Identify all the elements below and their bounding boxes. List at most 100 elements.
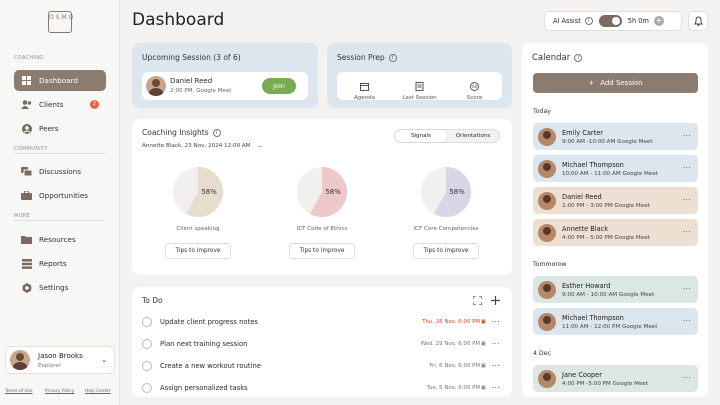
sidebar-item-discussions[interactable]: Discussions [14, 161, 106, 182]
tips-button[interactable]: Tips to improve [165, 243, 231, 259]
sidebar-item-settings[interactable]: Settings [14, 277, 106, 298]
chevron-down-icon: ⌄ [257, 143, 263, 149]
terms-link[interactable]: Terms of Use [5, 389, 33, 394]
more-icon[interactable]: ··· [492, 384, 500, 392]
help-link[interactable]: Help Center [85, 389, 111, 394]
more-icon[interactable]: ··· [683, 317, 691, 325]
calendar-event[interactable]: Jane Cooper 4:00 PM -5:00 PM Google Meet ·… [533, 365, 698, 392]
todo-item: Assign personalized tasks Tue, 5 Nov, 6:… [142, 382, 504, 394]
session-client-name: Daniel Reed [170, 77, 213, 85]
more-icon[interactable]: ··· [683, 132, 691, 140]
calendar-event[interactable]: Esther Howard 9:00 AM - 10:00 AM Google M… [533, 276, 698, 303]
todo-date: Tue, 5 Nov, 6:00 PM [426, 385, 480, 391]
day-label: Today [533, 108, 551, 115]
more-icon[interactable]: ··· [492, 318, 500, 326]
app-logo[interactable]: OSMO [48, 11, 73, 33]
ai-assist-label: AI Assist [553, 17, 581, 25]
tips-button[interactable]: Tips to improve [289, 243, 355, 259]
sidebar-item-label: Opportunities [39, 191, 89, 200]
sidebar-item-opportunities[interactable]: Opportunities [14, 185, 106, 206]
plus-icon[interactable] [491, 296, 500, 305]
event-name: Daniel Reed [562, 192, 602, 201]
event-time: 2:00 PM - 3:00 PM Google Meet [562, 202, 650, 209]
privacy-link[interactable]: Privacy Policy [45, 389, 74, 394]
prep-score[interactable]: 68 Score [447, 72, 502, 101]
event-time: 4:00 PM -5:00 PM Google Meet [562, 380, 649, 387]
todo-checkbox[interactable] [142, 383, 152, 393]
event-time: 10:00 AM - 11:00 AM Google Meet [562, 170, 658, 177]
more-icon[interactable]: ··· [683, 196, 691, 204]
add-session-button[interactable]: + Add Session [533, 73, 698, 93]
event-name: Annette Black [562, 224, 609, 233]
ai-assist-toggle[interactable] [598, 15, 622, 27]
sidebar-item-label: Clients [39, 100, 64, 109]
calendar-icon: ▣ [480, 341, 486, 347]
sidebar-item-label: Resources [39, 235, 76, 244]
info-icon[interactable]: i [212, 129, 221, 137]
chevron-down-icon[interactable]: ⌄ [101, 356, 107, 364]
todo-text: Create a new workout routine [160, 362, 261, 370]
user-profile[interactable]: Jason Brooks Explorer ⌄ [5, 346, 115, 374]
more-icon[interactable]: ··· [492, 362, 500, 370]
calendar-icon: ▣ [480, 385, 486, 391]
avatar [538, 127, 556, 146]
todo-text: Plan next training session [160, 340, 248, 348]
more-icon[interactable]: ··· [683, 374, 691, 382]
sidebar-item-label: Discussions [39, 167, 81, 176]
prep-agenda[interactable]: Agenda [337, 72, 392, 101]
pie-value: 58% [325, 188, 341, 196]
todo-checkbox[interactable] [142, 339, 152, 349]
sidebar-item-reports[interactable]: Reports [14, 253, 106, 274]
client-avatar [146, 76, 166, 96]
sidebar-item-dashboard[interactable]: Dashboard [14, 70, 106, 91]
calendar-event[interactable]: Michael Thompson 11:00 AM - 12:00 PM Goog… [533, 308, 698, 335]
more-icon[interactable]: ··· [683, 285, 691, 293]
page-title: Dashboard [132, 10, 225, 30]
join-button[interactable]: Join [262, 78, 296, 94]
event-time: 11:00 AM - 12:00 PM Google Meet [562, 323, 658, 330]
sidebar-item-label: Settings [39, 283, 69, 292]
tab-orientations[interactable]: Orientations [447, 130, 499, 142]
tab-signals[interactable]: Signals [395, 130, 447, 142]
sidebar-item-resources[interactable]: Resources [14, 229, 106, 250]
info-icon[interactable]: i [574, 53, 583, 62]
prep-last-session[interactable]: Last Session [392, 72, 447, 101]
more-icon[interactable]: ··· [683, 228, 691, 236]
avatar [538, 280, 556, 299]
calendar-event[interactable]: Michael Thompson 10:00 AM - 11:00 AM Goog… [533, 155, 698, 182]
calendar-event[interactable]: Emily Carter 9:00 AM -10:00 AM Google Mee… [533, 123, 698, 150]
calendar-title-label: Calendar [532, 53, 571, 63]
tips-button[interactable]: Tips to improve [413, 243, 479, 259]
calendar-event[interactable]: Annette Black 4:00 PM - 5:00 PM Google Me… [533, 219, 698, 246]
pie-client-speaking: 58% [173, 167, 223, 217]
todo-item: Create a new workout routine Fri, 6 Nov,… [142, 360, 504, 372]
event-time: 9:00 AM - 10:00 AM Google Meet [562, 291, 655, 298]
sidebar-item-peers[interactable]: Peers [14, 118, 106, 139]
divider [14, 220, 106, 221]
info-icon[interactable]: i [584, 17, 593, 25]
sidebar-item-label: Peers [39, 124, 59, 133]
sidebar-item-label: Reports [39, 259, 67, 268]
insights-subtitle[interactable]: Annette Black, 23 Nov, 2024 12:00 AM ⌄ [142, 143, 262, 149]
sidebar-item-clients[interactable]: Clients 2 [14, 94, 106, 115]
clients-badge: 2 [90, 100, 99, 109]
pie-value: 58% [449, 188, 465, 196]
more-icon[interactable]: ··· [492, 340, 500, 348]
grid-icon [21, 75, 32, 86]
plus-icon: + [588, 79, 595, 87]
ai-assist-bar: AI Assist i 5h 0m + [544, 11, 682, 31]
avatar [538, 369, 556, 388]
event-name: Esther Howard [562, 281, 611, 290]
more-icon[interactable]: ··· [683, 164, 691, 172]
expand-icon[interactable] [473, 296, 482, 305]
folder-icon [21, 234, 32, 245]
notifications-button[interactable] [688, 11, 708, 31]
info-icon[interactable]: i [388, 54, 397, 62]
calendar-event[interactable]: Daniel Reed 2:00 PM - 3:00 PM Google Meet… [533, 187, 698, 214]
session-prep-title: Session Prep i [337, 53, 397, 62]
upcoming-session-item[interactable]: Daniel Reed 2:00 PM, Google Meet Join [142, 72, 308, 100]
todo-checkbox[interactable] [142, 361, 152, 371]
session-prep-card: Session Prep i Agenda Last Session 68 Sco… [327, 43, 512, 108]
add-time-icon[interactable]: + [653, 16, 664, 26]
todo-checkbox[interactable] [142, 317, 152, 327]
